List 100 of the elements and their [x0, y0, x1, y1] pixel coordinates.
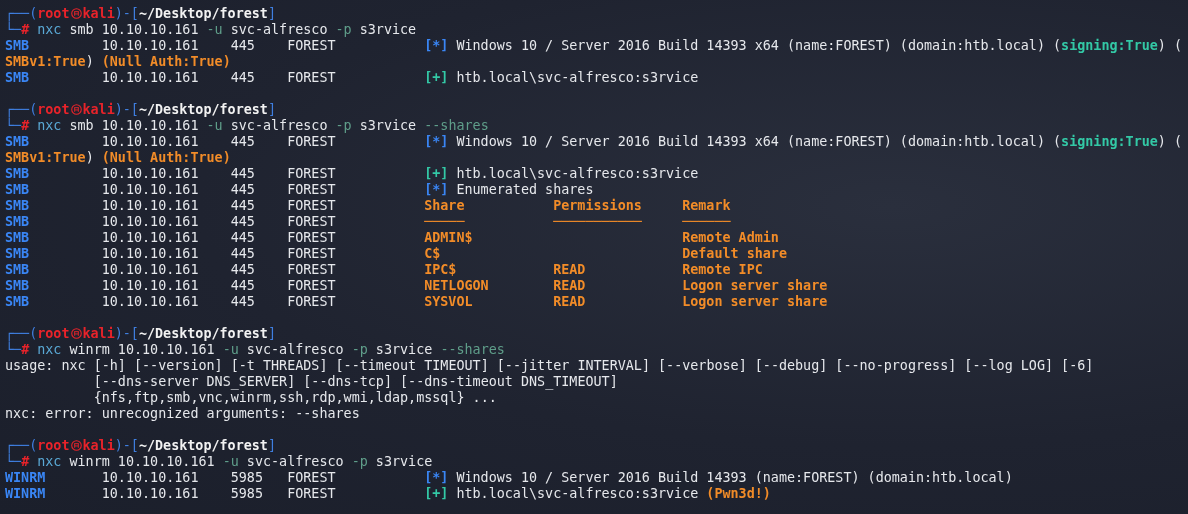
- protocol-label: WINRM: [5, 470, 46, 486]
- circled-symbol-icon: [70, 104, 82, 115]
- protocol-label: SMB: [5, 166, 30, 182]
- output-line: SMBv1:True) (Null Auth:True): [5, 54, 231, 70]
- output-message: ───── ─────────── ──────: [424, 214, 731, 230]
- output-message: [*] Windows 10 / Server 2016 Build 14393 x64 (name:FOREST) (domain:htb.local) (signing:True) (: [424, 38, 1182, 54]
- port-number: 445: [230, 166, 255, 182]
- ip-address: 10.10.10.161: [101, 230, 199, 246]
- prompt-frame: ┌──(: [5, 326, 38, 342]
- protocol-label: SMB: [5, 134, 30, 150]
- prompt-frame: ┌──(: [5, 102, 38, 118]
- host-name: FOREST: [287, 214, 336, 230]
- ip-address: 10.10.10.161: [101, 486, 199, 502]
- prompt-frame: └─: [5, 22, 22, 38]
- command-line: nxc winrm 10.10.10.161 -u svc-alfresco -p s3rvice: [37, 454, 433, 470]
- host-name: FOREST: [287, 70, 336, 86]
- output-message: [+] htb.local\svc-alfresco:s3rvice: [424, 166, 699, 182]
- port-number: 445: [230, 294, 255, 310]
- output-line: [--dns-server DNS_SERVER] [--dns-tcp] [--dns-timeout DNS_TIMEOUT]: [92, 374, 618, 390]
- prompt-frame: )-[: [114, 326, 139, 342]
- prompt-frame: )-[: [114, 438, 139, 454]
- prompt-host: kali: [82, 438, 115, 454]
- ip-address: 10.10.10.161: [101, 470, 199, 486]
- ip-address: 10.10.10.161: [101, 278, 199, 294]
- command-line: nxc smb 10.10.10.161 -u svc-alfresco -p s3rvice: [37, 22, 417, 38]
- port-number: 445: [230, 38, 255, 54]
- prompt-path: ~/Desktop/forest: [138, 326, 268, 342]
- output-line: usage: nxc [-h] [--version] [-t THREADS] [--timeout TIMEOUT] [--jitter INTERVAL] [--verbose] [--debug] [--no-progress] [--log LOG] [-6]: [5, 358, 1094, 374]
- port-number: 445: [230, 134, 255, 150]
- protocol-label: SMB: [5, 230, 30, 246]
- prompt-frame: ┌──(: [5, 6, 38, 22]
- port-number: 445: [230, 230, 255, 246]
- protocol-label: SMB: [5, 70, 30, 86]
- protocol-label: SMB: [5, 278, 30, 294]
- ip-address: 10.10.10.161: [101, 294, 199, 310]
- prompt-host: kali: [82, 326, 115, 342]
- protocol-label: SMB: [5, 262, 30, 278]
- protocol-label: WINRM: [5, 486, 46, 502]
- prompt-frame: └─: [5, 118, 22, 134]
- host-name: FOREST: [287, 182, 336, 198]
- ip-address: 10.10.10.161: [101, 70, 199, 86]
- prompt-symbol: #: [21, 118, 30, 134]
- output-message: ADMIN$ Remote Admin: [424, 230, 779, 246]
- prompt-frame: ]: [267, 438, 276, 454]
- output-message: C$ Default share: [424, 246, 787, 262]
- port-number: 445: [230, 70, 255, 86]
- output-message: Share Permissions Remark: [424, 198, 731, 214]
- prompt-host: kali: [82, 6, 115, 22]
- ip-address: 10.10.10.161: [101, 134, 199, 150]
- circled-symbol-icon: [70, 8, 82, 19]
- port-number: 445: [230, 198, 255, 214]
- port-number: 445: [230, 262, 255, 278]
- output-message: NETLOGON READ Logon server share: [424, 278, 828, 294]
- prompt-symbol: #: [21, 22, 30, 38]
- output-message: IPC$ READ Remote IPC: [424, 262, 763, 278]
- output-line: SMBv1:True) (Null Auth:True): [5, 150, 231, 166]
- port-number: 445: [230, 182, 255, 198]
- ip-address: 10.10.10.161: [101, 182, 199, 198]
- protocol-label: SMB: [5, 214, 30, 230]
- prompt-path: ~/Desktop/forest: [138, 6, 268, 22]
- output-message: [*] Enumerated shares: [424, 182, 594, 198]
- port-number: 5985: [230, 486, 263, 502]
- host-name: FOREST: [287, 278, 336, 294]
- output-message: SYSVOL READ Logon server share: [424, 294, 828, 310]
- protocol-label: SMB: [5, 182, 30, 198]
- host-name: FOREST: [287, 294, 336, 310]
- prompt-frame: ]: [267, 6, 276, 22]
- port-number: 445: [230, 214, 255, 230]
- port-number: 5985: [230, 470, 263, 486]
- host-name: FOREST: [287, 486, 336, 502]
- protocol-label: SMB: [5, 198, 30, 214]
- protocol-label: SMB: [5, 294, 30, 310]
- prompt-symbol: #: [21, 342, 30, 358]
- prompt-path: ~/Desktop/forest: [138, 102, 268, 118]
- ip-address: 10.10.10.161: [101, 198, 199, 214]
- host-name: FOREST: [287, 262, 336, 278]
- protocol-label: SMB: [5, 246, 30, 262]
- prompt-frame: ]: [267, 102, 276, 118]
- ip-address: 10.10.10.161: [101, 262, 199, 278]
- prompt-frame: )-[: [114, 6, 139, 22]
- prompt-frame: ┌──(: [5, 438, 38, 454]
- host-name: FOREST: [287, 134, 336, 150]
- circled-symbol-icon: [70, 328, 82, 339]
- command-line: nxc winrm 10.10.10.161 -u svc-alfresco -p s3rvice --shares: [37, 342, 505, 358]
- prompt-frame: └─: [5, 454, 22, 470]
- output-message: [*] Windows 10 / Server 2016 Build 14393 x64 (name:FOREST) (domain:htb.local) (signing:True) (: [424, 134, 1182, 150]
- prompt-frame: └─: [5, 342, 22, 358]
- prompt-path: ~/Desktop/forest: [138, 438, 268, 454]
- ip-address: 10.10.10.161: [101, 166, 199, 182]
- ip-address: 10.10.10.161: [101, 246, 199, 262]
- output-line: nxc: error: unrecognized arguments: --shares: [5, 406, 360, 422]
- host-name: FOREST: [287, 166, 336, 182]
- prompt-frame: ]: [267, 326, 276, 342]
- prompt-user: root: [37, 326, 70, 342]
- output-line: {nfs,ftp,smb,vnc,winrm,ssh,rdp,wmi,ldap,mssql} ...: [92, 390, 497, 406]
- circled-symbol-icon: [70, 440, 82, 451]
- prompt-user: root: [37, 6, 70, 22]
- ip-address: 10.10.10.161: [101, 214, 199, 230]
- host-name: FOREST: [287, 230, 336, 246]
- port-number: 445: [230, 246, 255, 262]
